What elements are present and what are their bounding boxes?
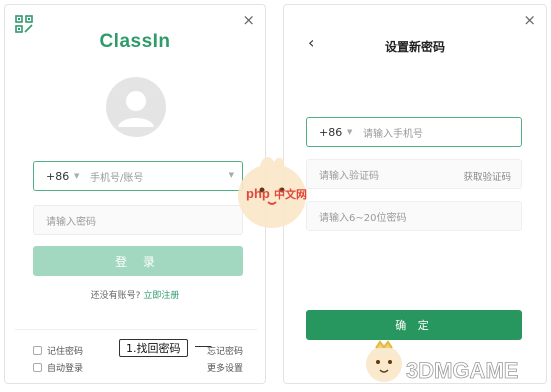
confirm-button[interactable]: 确 定 xyxy=(306,310,522,340)
chevron-down-icon[interactable]: ▼ xyxy=(347,128,363,136)
php-watermark-logo: php 中文网 xyxy=(238,157,307,228)
auto-login-checkbox[interactable]: 自动登录 xyxy=(33,361,83,374)
php-watermark-text: php xyxy=(246,186,270,201)
code-placeholder: 请输入验证码 xyxy=(319,170,379,182)
phone-placeholder: 请输入手机号 xyxy=(363,128,423,140)
remember-label: 记住密码 xyxy=(47,347,84,357)
checkbox-box[interactable] xyxy=(33,346,42,355)
svg-text:中文网: 中文网 xyxy=(274,187,307,201)
close-icon[interactable]: × xyxy=(242,13,255,28)
login-button[interactable]: 登 录 xyxy=(33,246,243,276)
new-password-input[interactable]: 请输入6~20位密码 xyxy=(306,201,522,231)
reset-password-panel: × ‹ 设置新密码 +86 ▼ 请输入手机号 请输入验证码 获取验证码 请输入6… xyxy=(283,4,547,384)
register-row: 还没有账号? 立即注册 xyxy=(5,288,265,301)
page-title: 设置新密码 xyxy=(384,40,445,54)
phone-input[interactable]: +86 ▼ 请输入手机号 xyxy=(306,117,522,147)
password-input[interactable]: 请输入密码 xyxy=(33,205,243,235)
close-icon[interactable]: × xyxy=(523,13,536,28)
register-prompt: 还没有账号? xyxy=(90,291,141,301)
login-panel: × ClassIn +86 ▼ 手机号/账号 ▼ 请输入密码 登 录 还没有账号… xyxy=(4,4,266,384)
verification-code-input[interactable]: 请输入验证码 获取验证码 xyxy=(306,159,522,189)
remember-password-checkbox[interactable]: 记住密码 xyxy=(33,344,83,357)
phone-account-input[interactable]: +86 ▼ 手机号/账号 ▼ xyxy=(33,161,243,191)
phone-account-placeholder: 手机号/账号 xyxy=(90,172,144,184)
divider xyxy=(15,329,257,330)
password-placeholder: 请输入密码 xyxy=(46,216,96,228)
chevron-down-icon[interactable]: ▼ xyxy=(74,172,90,180)
country-code[interactable]: +86 xyxy=(307,126,347,139)
auto-login-label: 自动登录 xyxy=(47,364,84,374)
svg-text:3DMGAME: 3DMGAME xyxy=(406,358,518,383)
forgot-password-link[interactable]: 忘记密码 xyxy=(207,344,243,357)
annotation-callout: 1.找回密码 xyxy=(119,339,188,357)
classin-logo: ClassIn xyxy=(99,31,171,52)
country-code[interactable]: +86 xyxy=(34,170,74,183)
screenshot-stage: × ClassIn +86 ▼ 手机号/账号 ▼ 请输入密码 登 录 还没有账号… xyxy=(0,0,551,392)
register-link[interactable]: 立即注册 xyxy=(143,291,179,301)
get-code-button[interactable]: 获取验证码 xyxy=(463,169,511,183)
user-silhouette-icon xyxy=(118,91,154,127)
new-password-placeholder: 请输入6~20位密码 xyxy=(319,212,407,224)
annotation-pointer xyxy=(195,346,211,350)
avatar xyxy=(106,77,166,137)
3dmgame-watermark-logo: 3DMGAME xyxy=(366,340,519,383)
checkbox-box[interactable] xyxy=(33,363,42,372)
more-settings-link[interactable]: 更多设置 xyxy=(207,361,243,374)
